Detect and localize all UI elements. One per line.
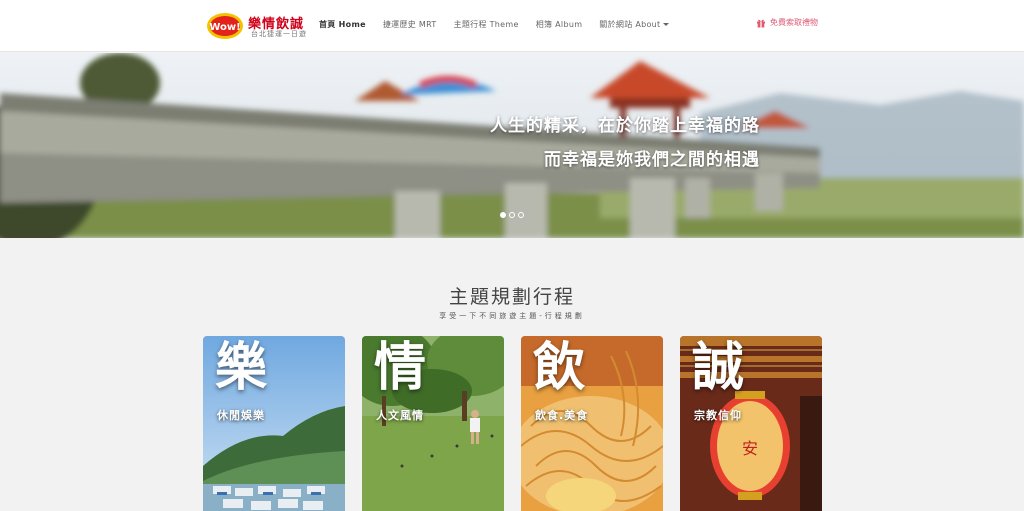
card-title-char: 誠 bbox=[692, 338, 745, 398]
theme-card-religion[interactable]: 安 誠 宗教信仰 bbox=[680, 336, 822, 511]
hero-image bbox=[0, 53, 1024, 238]
brand-logo[interactable]: Wow! bbox=[206, 10, 244, 42]
card-title-char: 情 bbox=[374, 338, 427, 398]
hero-headline-line2: 而幸福是妳我們之間的相遇 bbox=[544, 150, 760, 170]
hero-headline-line1: 人生的精采，在於你踏上幸福的路 bbox=[490, 116, 760, 136]
nav-item-about[interactable]: 關於網站 About bbox=[599, 19, 669, 30]
theme-card-culture[interactable]: 情 人文風情 bbox=[362, 336, 504, 511]
nav-item-about-label: 關於網站 About bbox=[599, 20, 661, 29]
card-title-char: 飲 bbox=[533, 338, 586, 398]
chevron-down-icon bbox=[662, 23, 669, 26]
logo-text: Wow! bbox=[209, 22, 240, 33]
nav-item-album[interactable]: 相簿 Album bbox=[536, 19, 583, 30]
theme-card-leisure[interactable]: 樂 休閒娛樂 bbox=[203, 336, 345, 511]
gift-icon bbox=[757, 19, 765, 27]
carousel-dot-1[interactable] bbox=[500, 212, 506, 218]
nav-item-mrt[interactable]: 捷運歷史 MRT bbox=[383, 19, 437, 30]
nav-menu: 首頁 Home 捷運歷史 MRT 主題行程 Theme 相簿 Album 關於網… bbox=[319, 19, 686, 30]
carousel-dot-3[interactable] bbox=[518, 212, 524, 218]
card-label: 飲食.美食 bbox=[535, 409, 589, 422]
card-label: 人文風情 bbox=[376, 409, 424, 422]
svg-text:安: 安 bbox=[742, 439, 758, 458]
carousel-indicators bbox=[500, 212, 524, 218]
brand-subtitle: 台北捷運一日遊 bbox=[251, 30, 307, 38]
card-label: 休閒娛樂 bbox=[217, 409, 265, 422]
carousel-dot-2[interactable] bbox=[509, 212, 515, 218]
section-subtitle: 享受一下不同旅遊主題-行程規劃 bbox=[439, 312, 585, 320]
gift-label: 免費索取禮物 bbox=[770, 18, 818, 27]
gift-link[interactable]: 免費索取禮物 bbox=[756, 17, 818, 28]
card-label: 宗教信仰 bbox=[694, 409, 742, 422]
navbar: Wow! 樂情飲誠 台北捷運一日遊 首頁 Home 捷運歷史 MRT 主題行程 … bbox=[0, 0, 1024, 52]
theme-card-food[interactable]: 飲 飲食.美食 bbox=[521, 336, 663, 511]
hero-carousel[interactable]: 人生的精采，在於你踏上幸福的路 而幸福是妳我們之間的相遇 bbox=[0, 53, 1024, 238]
section-title: 主題規劃行程 bbox=[448, 286, 575, 308]
card-title-char: 樂 bbox=[215, 338, 268, 398]
nav-item-theme[interactable]: 主題行程 Theme bbox=[454, 19, 519, 30]
nav-item-home[interactable]: 首頁 Home bbox=[319, 19, 366, 30]
